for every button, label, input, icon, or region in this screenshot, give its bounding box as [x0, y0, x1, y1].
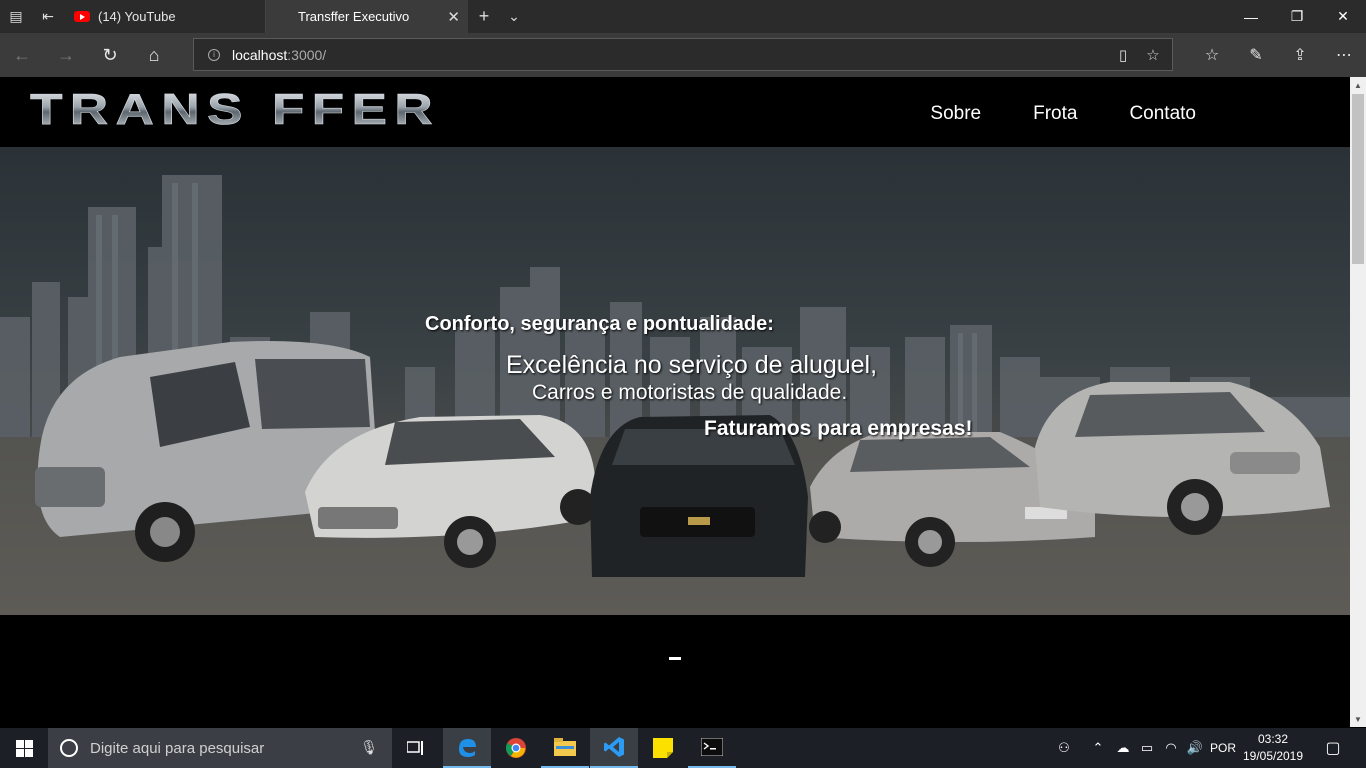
windows-taskbar: Digite aqui para pesquisar 🎙 ⚇ ⌃ ☁ ▭ ◠ 🔊… — [0, 728, 1366, 768]
page-scrollbar[interactable]: ▲ ▼ — [1350, 77, 1366, 727]
set-tabs-aside-icon[interactable]: ⇤ — [32, 0, 64, 33]
tab-title: (14) YouTube — [98, 9, 176, 24]
hero-billing-note: Faturamos para empresas! — [704, 417, 973, 440]
scroll-up-icon[interactable]: ▲ — [1350, 77, 1366, 93]
clock-time: 03:32 — [1257, 732, 1289, 746]
nav-link-sobre[interactable]: Sobre — [930, 103, 981, 125]
new-tab-icon[interactable]: + — [468, 0, 500, 33]
show-hidden-icons-icon[interactable]: ⌃ — [1088, 728, 1108, 768]
file-explorer-icon[interactable] — [541, 728, 589, 768]
nav-link-frota[interactable]: Frota — [1033, 103, 1077, 125]
content-section — [0, 615, 1350, 727]
volume-icon[interactable]: 🔊 — [1184, 728, 1206, 768]
tab-list-icon[interactable]: ▤ — [0, 0, 32, 33]
url-path: :3000/ — [287, 46, 327, 63]
language-indicator[interactable]: POR — [1208, 728, 1238, 768]
taskbar-search-box[interactable]: Digite aqui para pesquisar 🎙 — [48, 728, 392, 768]
back-icon[interactable]: ← — [0, 33, 44, 77]
address-bar[interactable]: i localhost:3000/ ▯ ☆ — [193, 38, 1173, 71]
hero-tagline: Conforto, segurança e pontualidade: — [425, 313, 774, 335]
home-icon[interactable]: ⌂ — [132, 33, 176, 77]
site-header: TRANS FFER Sobre Frota Contato — [0, 77, 1350, 147]
clock[interactable]: 03:32 19/05/2019 — [1240, 731, 1306, 765]
battery-icon[interactable]: ▭ — [1136, 728, 1158, 768]
hero-headline: Excelência no serviço de aluguel, — [506, 351, 878, 379]
favorite-star-icon[interactable]: ☆ — [1138, 39, 1168, 70]
terminal-app-icon[interactable] — [688, 728, 736, 768]
url-host: localhost — [232, 46, 288, 63]
minimize-icon[interactable]: — — [1228, 0, 1274, 33]
hero-banner: Conforto, segurança e pontualidade: Exce… — [0, 147, 1350, 615]
close-window-icon[interactable]: ✕ — [1320, 0, 1366, 33]
cortana-icon[interactable] — [60, 739, 78, 757]
transffer-logo[interactable]: TRANS FFER — [30, 89, 442, 129]
edge-app-icon[interactable] — [443, 728, 491, 768]
wifi-icon[interactable]: ◠ — [1160, 728, 1182, 768]
windows-start-icon[interactable] — [0, 728, 48, 768]
web-note-icon[interactable]: ✎ — [1234, 33, 1278, 77]
task-view-icon[interactable] — [392, 728, 440, 768]
close-tab-icon[interactable]: ✕ — [447, 8, 460, 26]
refresh-icon[interactable]: ↻ — [88, 33, 132, 77]
url-text[interactable]: localhost:3000/ — [232, 47, 326, 63]
scroll-thumb[interactable] — [1352, 94, 1364, 264]
scroll-down-icon[interactable]: ▼ — [1350, 711, 1366, 727]
search-placeholder: Digite aqui para pesquisar — [90, 739, 265, 757]
chrome-app-icon[interactable] — [492, 728, 540, 768]
reading-view-icon[interactable]: ▯ — [1108, 39, 1138, 70]
people-icon[interactable]: ⚇ — [1050, 728, 1078, 768]
vscode-app-icon[interactable] — [590, 728, 638, 768]
tab-title: Transffer Executivo — [298, 9, 410, 24]
nav-link-contato[interactable]: Contato — [1129, 103, 1196, 125]
chevron-down-icon[interactable]: ⌄ — [498, 0, 530, 33]
site-info-icon[interactable]: i — [208, 48, 220, 61]
clock-date: 19/05/2019 — [1242, 749, 1304, 763]
hero-subheadline: Carros e motoristas de qualidade. — [532, 381, 848, 404]
onedrive-icon[interactable]: ☁ — [1112, 728, 1134, 768]
share-icon[interactable]: ⇪ — [1278, 33, 1322, 77]
site-nav: Sobre Frota Contato — [930, 103, 1196, 125]
restore-icon[interactable]: ❐ — [1274, 0, 1320, 33]
sticky-notes-icon[interactable] — [639, 728, 687, 768]
section-divider — [669, 657, 681, 660]
forward-icon[interactable]: → — [44, 33, 88, 77]
logo-text: TRANS FFER — [30, 89, 440, 129]
address-toolbar: ← → ↻ ⌂ i localhost:3000/ ▯ ☆ ☆ ✎ ⇪ ⋯ — [0, 33, 1366, 77]
microphone-icon[interactable]: 🎙 — [360, 739, 378, 756]
tab-transffer[interactable]: Transffer Executivo ✕ — [266, 0, 468, 33]
tab-youtube[interactable]: (14) YouTube — [64, 0, 266, 33]
favorites-hub-icon[interactable]: ☆ — [1190, 33, 1234, 77]
browser-tab-bar: ▤ ⇤ (14) YouTube Transffer Executivo ✕ +… — [0, 0, 1366, 33]
more-icon[interactable]: ⋯ — [1322, 33, 1366, 77]
youtube-icon — [74, 11, 90, 22]
page-viewport: TRANS FFER Sobre Frota Contato Conforto,… — [0, 77, 1350, 727]
action-center-icon[interactable]: ▢ — [1316, 728, 1350, 768]
